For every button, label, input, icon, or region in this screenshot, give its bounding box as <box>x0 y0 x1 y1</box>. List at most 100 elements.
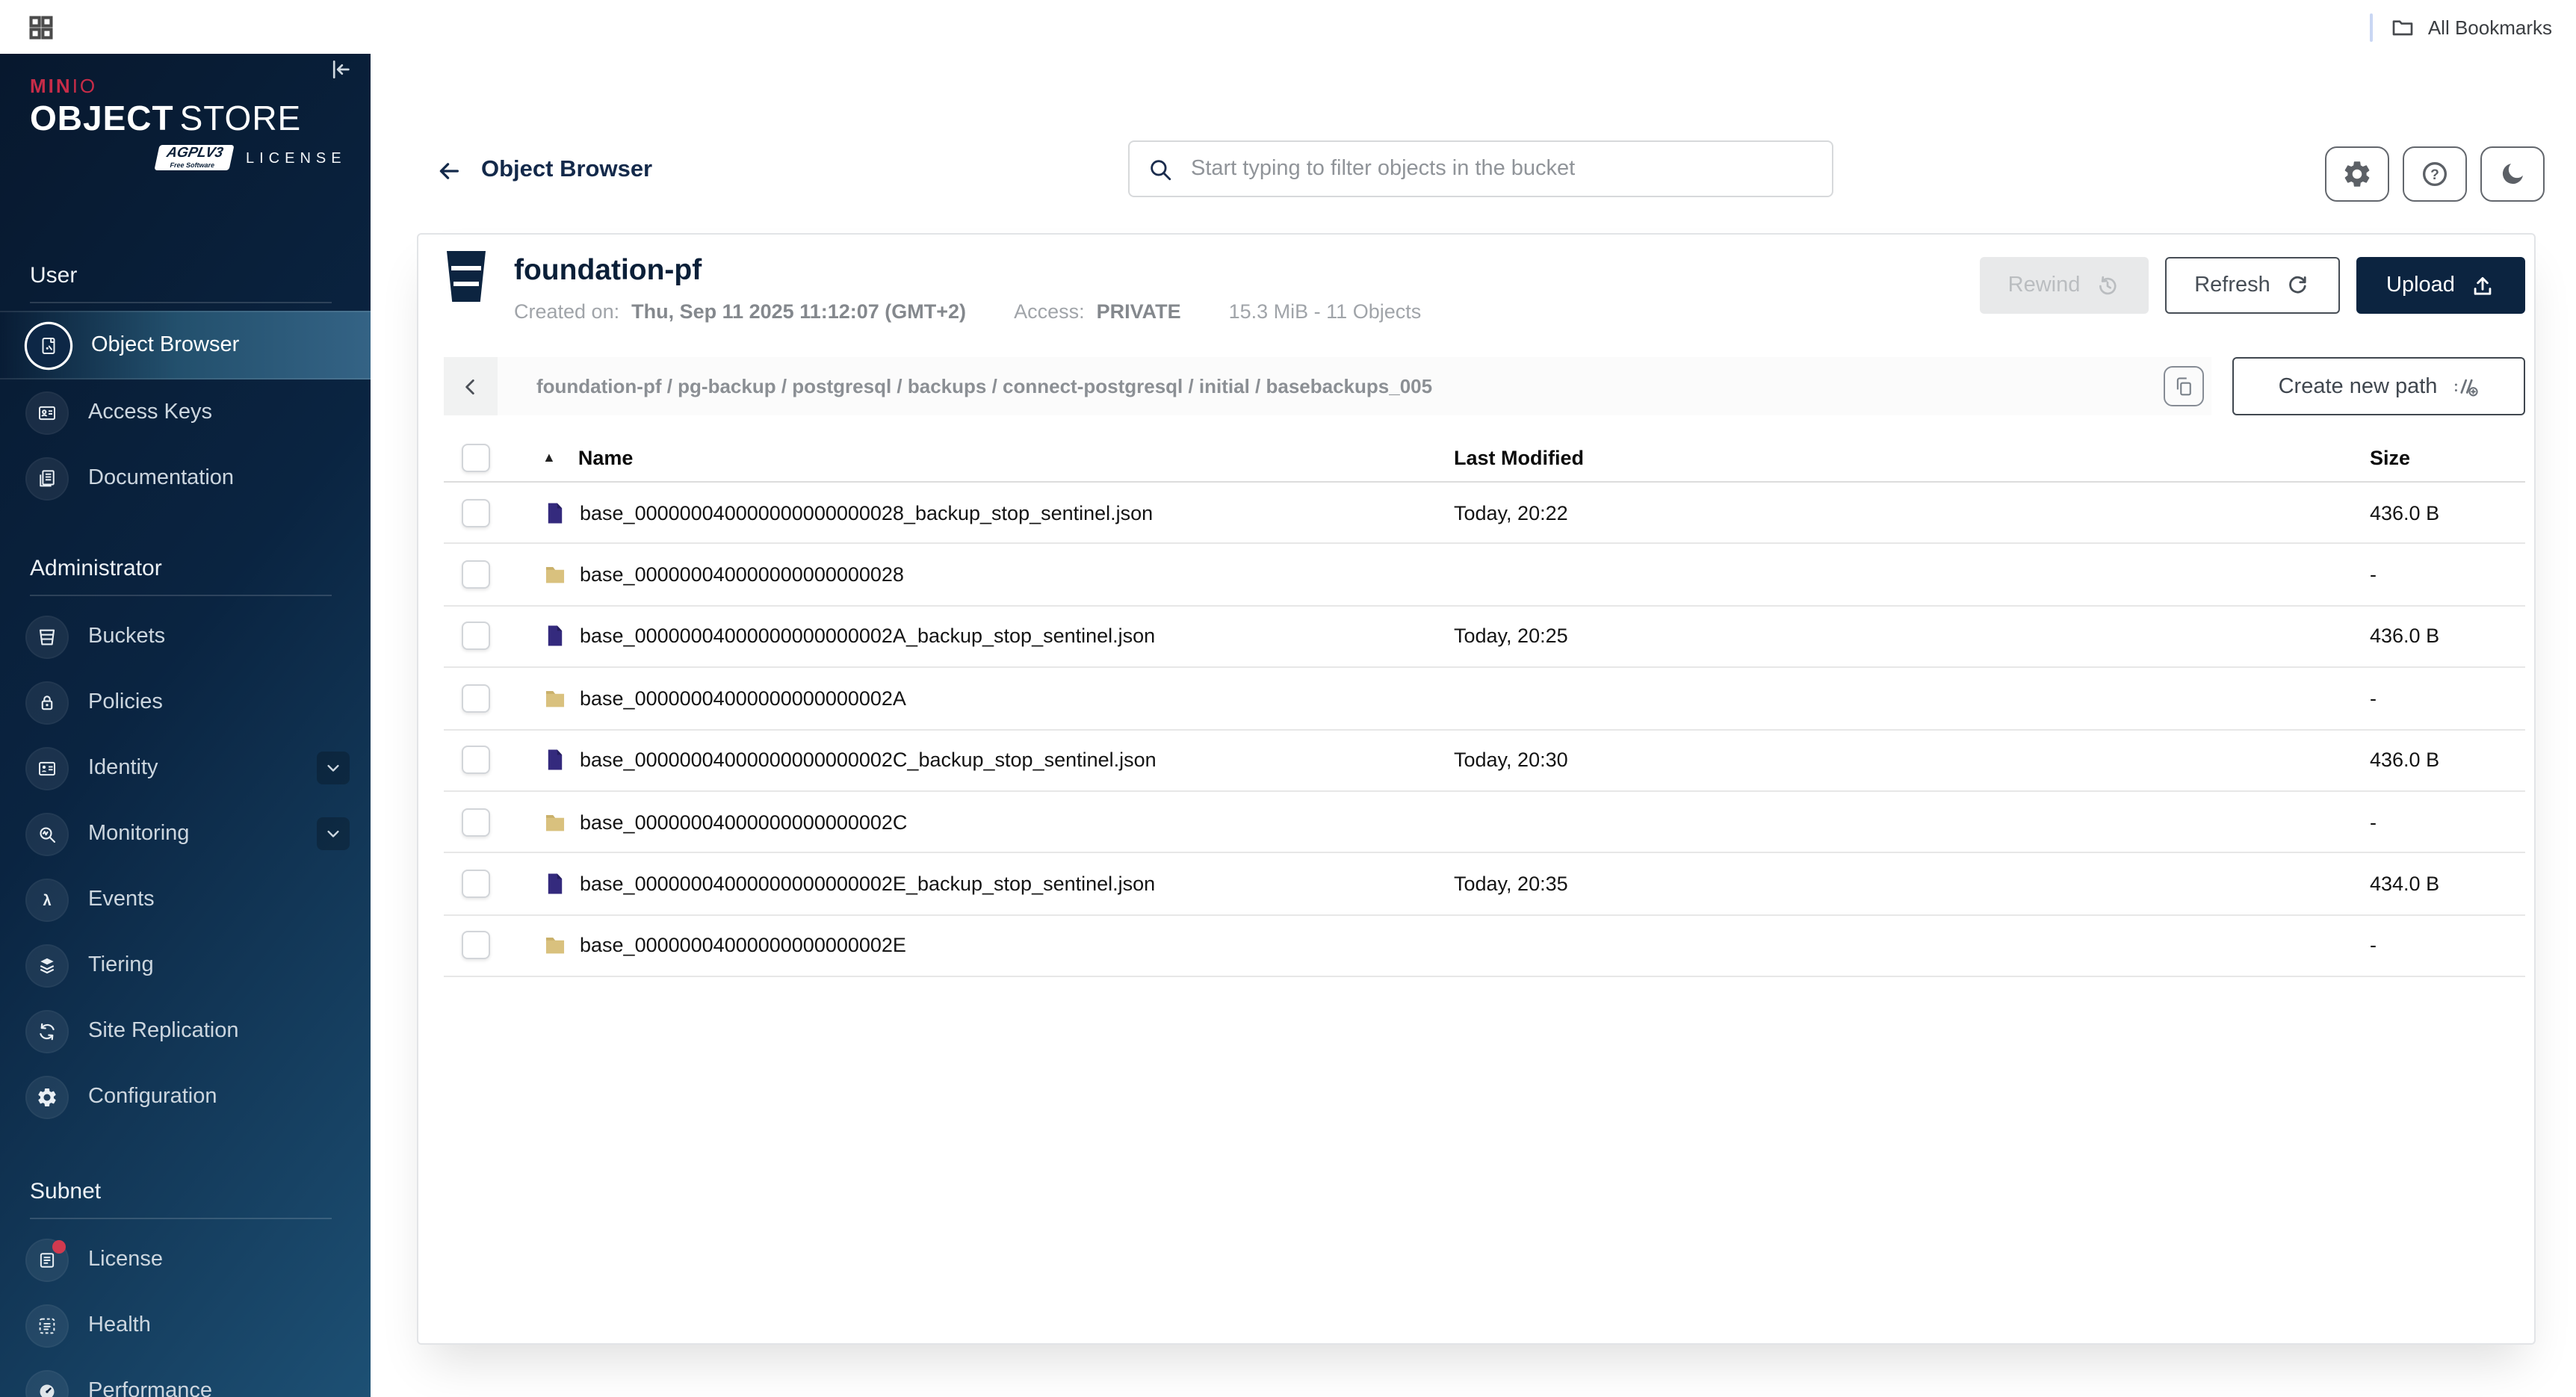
row-checkbox[interactable] <box>462 560 490 589</box>
chevron-down-icon[interactable] <box>317 817 350 850</box>
buckets-icon <box>27 616 67 657</box>
sidebar-item-documentation[interactable]: Documentation <box>0 445 371 511</box>
object-name[interactable]: base_000000040000000000000028_backup_sto… <box>580 501 1153 524</box>
breadcrumb-back-button[interactable] <box>444 357 498 415</box>
folder-icon <box>542 933 568 958</box>
bookmarks-folder-icon <box>2391 15 2415 39</box>
app-window: All Bookmarks MINIO OBJECTSTORE AGPLV3 F… <box>0 0 2576 1397</box>
table-body: base_000000040000000000000028_backup_sto… <box>444 483 2525 977</box>
dark-mode-button[interactable] <box>2480 146 2545 202</box>
sidebar-item-configuration[interactable]: Configuration <box>0 1064 371 1130</box>
object-last-modified: Today, 20:25 <box>1454 625 2370 648</box>
create-new-path-button[interactable]: Create new path <box>2232 357 2525 415</box>
sidebar-item-label: Documentation <box>88 466 234 490</box>
upload-icon <box>2470 273 2495 298</box>
chevron-down-icon[interactable] <box>317 752 350 784</box>
object-size: - <box>2370 935 2525 957</box>
folder-icon <box>542 686 568 711</box>
table-row[interactable]: base_00000004000000000000002E_backup_sto… <box>444 854 2525 916</box>
configuration-icon <box>27 1077 67 1117</box>
row-checkbox[interactable] <box>462 684 490 713</box>
bucket-meta: Created on: Thu, Sep 11 2025 11:12:07 (G… <box>514 300 1421 323</box>
table-row[interactable]: base_00000004000000000000002A_backup_sto… <box>444 607 2525 669</box>
object-name[interactable]: base_00000004000000000000002A <box>580 687 906 710</box>
monitoring-icon <box>27 814 67 854</box>
file-icon <box>542 624 568 649</box>
rewind-button[interactable]: Rewind <box>1980 257 2149 314</box>
row-checkbox[interactable] <box>462 746 490 775</box>
object-name[interactable]: base_00000004000000000000002C <box>580 811 907 833</box>
table-row[interactable]: base_00000004000000000000002E - <box>444 915 2525 977</box>
sidebar-item-tiering[interactable]: Tiering <box>0 932 371 998</box>
table-row[interactable]: base_00000004000000000000002C_backup_sto… <box>444 730 2525 792</box>
sidebar-item-health[interactable]: Health <box>0 1292 371 1358</box>
object-name[interactable]: base_00000004000000000000002E_backup_sto… <box>580 873 1155 895</box>
section-divider <box>30 595 332 596</box>
sidebar-collapse-icon[interactable] <box>327 57 353 82</box>
object-last-modified: Today, 20:30 <box>1454 749 2370 772</box>
sidebar-item-label: Performance <box>88 1379 212 1397</box>
sidebar-item-monitoring[interactable]: Monitoring <box>0 801 371 867</box>
sidebar-item-label: Tiering <box>88 953 154 977</box>
back-arrow-icon[interactable] <box>436 158 462 183</box>
bookmarks-divider <box>2370 13 2373 41</box>
sidebar-item-object-browser[interactable]: Object Browser <box>0 311 371 380</box>
sidebar-item-performance[interactable]: Performance <box>0 1358 371 1397</box>
sidebar-item-identity[interactable]: Identity <box>0 735 371 801</box>
sidebar-item-buckets[interactable]: Buckets <box>0 604 371 669</box>
breadcrumb: foundation-pf / pg-backup / postgresql /… <box>444 357 2211 415</box>
sidebar-item-label: License <box>88 1248 163 1271</box>
table-row[interactable]: base_00000004000000000000002A - <box>444 668 2525 730</box>
object-size: - <box>2370 687 2525 710</box>
access-label: Access: <box>1014 300 1085 323</box>
refresh-button[interactable]: Refresh <box>2165 257 2340 314</box>
refresh-icon <box>2285 273 2311 298</box>
sidebar-section-administrator: Buckets Policies Identity Monitoring Eve… <box>0 604 371 1130</box>
object-name[interactable]: base_000000040000000000000028 <box>580 563 904 586</box>
row-checkbox[interactable] <box>462 808 490 836</box>
policies-icon <box>27 682 67 722</box>
all-bookmarks-button[interactable]: All Bookmarks <box>2391 15 2552 39</box>
sort-asc-icon[interactable]: ▲ <box>542 450 556 465</box>
section-label-administrator: Administrator <box>30 556 371 581</box>
table-row[interactable]: base_000000040000000000000028_backup_sto… <box>444 483 2525 545</box>
breadcrumb-row: foundation-pf / pg-backup / postgresql /… <box>444 357 2525 415</box>
object-name[interactable]: base_00000004000000000000002A_backup_sto… <box>580 625 1155 648</box>
object-size: 434.0 B <box>2370 873 2525 895</box>
copy-path-button[interactable] <box>2164 366 2204 406</box>
settings-button[interactable] <box>2325 146 2389 202</box>
row-checkbox[interactable] <box>462 622 490 651</box>
documentation-icon <box>27 458 67 498</box>
apps-grid-icon[interactable] <box>27 13 55 41</box>
row-checkbox[interactable] <box>462 932 490 960</box>
sidebar: MINIO OBJECTSTORE AGPLV3 Free Software L… <box>0 54 371 1397</box>
section-divider <box>30 1218 332 1219</box>
column-header-name[interactable]: Name <box>578 446 634 468</box>
table-header: ▲ Name Last Modified Size <box>444 433 2525 483</box>
sidebar-item-access-keys[interactable]: Access Keys <box>0 380 371 445</box>
site-replication-icon <box>27 1011 67 1051</box>
bucket-icon <box>444 250 489 303</box>
file-icon <box>542 748 568 773</box>
search-input[interactable] <box>1188 155 1814 182</box>
help-button[interactable] <box>2403 146 2467 202</box>
sidebar-item-events[interactable]: Events <box>0 867 371 932</box>
select-all-checkbox[interactable] <box>462 443 490 471</box>
upload-button[interactable]: Upload <box>2356 257 2525 314</box>
object-name[interactable]: base_00000004000000000000002C_backup_sto… <box>580 749 1157 772</box>
row-checkbox[interactable] <box>462 498 490 527</box>
sidebar-item-site-replication[interactable]: Site Replication <box>0 998 371 1064</box>
page-title: Object Browser <box>481 157 652 184</box>
sidebar-item-license[interactable]: License <box>0 1227 371 1292</box>
column-header-last-modified[interactable]: Last Modified <box>1454 446 2370 468</box>
table-row[interactable]: base_000000040000000000000028 - <box>444 545 2525 607</box>
table-row[interactable]: base_00000004000000000000002C - <box>444 792 2525 854</box>
object-name[interactable]: base_00000004000000000000002E <box>580 935 906 957</box>
sidebar-item-label: Access Keys <box>88 400 212 424</box>
sidebar-item-label: Identity <box>88 756 158 780</box>
sidebar-item-policies[interactable]: Policies <box>0 669 371 735</box>
sidebar-item-label: Health <box>88 1313 151 1337</box>
row-checkbox[interactable] <box>462 870 490 898</box>
breadcrumb-path[interactable]: foundation-pf / pg-backup / postgresql /… <box>536 375 1432 397</box>
column-header-size[interactable]: Size <box>2370 446 2525 468</box>
